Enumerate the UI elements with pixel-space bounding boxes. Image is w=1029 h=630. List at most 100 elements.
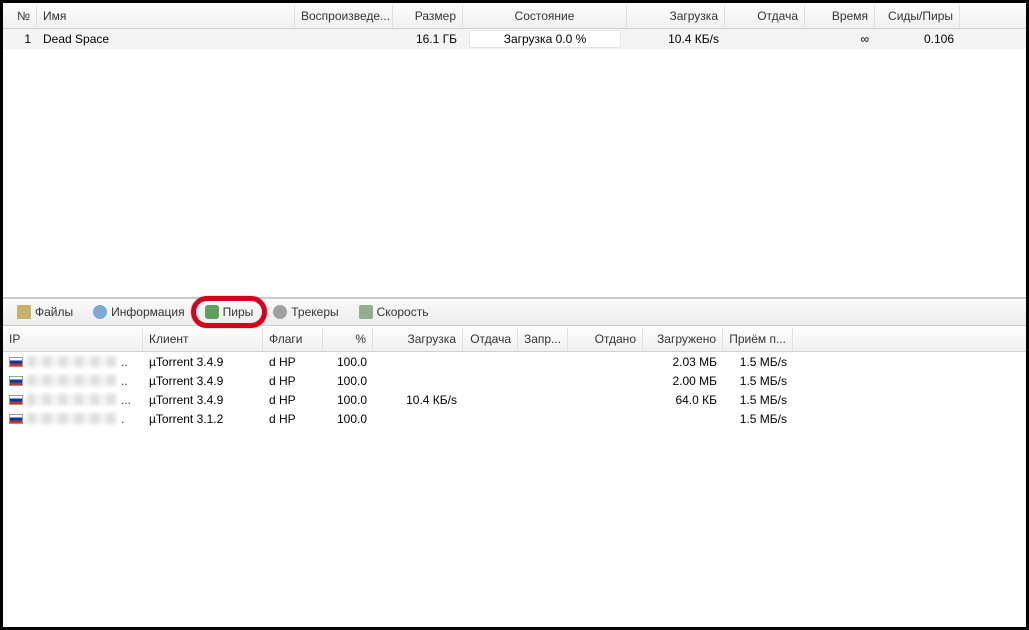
peer-client: µTorrent 3.4.9 <box>143 373 263 389</box>
tab-info[interactable]: Информация <box>85 302 192 322</box>
pcol-header-percent[interactable]: % <box>323 328 373 350</box>
peer-req <box>518 418 568 420</box>
peer-req <box>518 399 568 401</box>
peer-upload <box>463 361 518 363</box>
flag-ru-icon <box>9 395 23 405</box>
pcol-header-recv[interactable]: Приём п... <box>723 328 793 350</box>
peer-loaded: 2.00 МБ <box>643 373 723 389</box>
peer-percent: 100.0 <box>323 411 373 427</box>
peer-download <box>373 418 463 420</box>
blurred-ip <box>27 356 117 367</box>
col-header-play[interactable]: Воспроизведе... <box>295 5 393 27</box>
col-header-num[interactable]: № <box>3 5 37 27</box>
pcol-header-loaded[interactable]: Загружено <box>643 328 723 350</box>
peer-row[interactable]: . µTorrent 3.1.2d HP100.0 1.5 МБ/s <box>3 409 1026 428</box>
torrent-num: 1 <box>3 30 37 48</box>
flag-ru-icon <box>9 357 23 367</box>
col-header-download[interactable]: Загрузка <box>627 5 725 27</box>
tab-speed[interactable]: Скорость <box>351 302 437 322</box>
peer-row[interactable]: ... µTorrent 3.4.9d HP100.010.4 КБ/s 64.0 … <box>3 390 1026 409</box>
torrent-download: 10.4 КБ/s <box>627 30 725 48</box>
flag-ru-icon <box>9 376 23 386</box>
col-header-upload[interactable]: Отдача <box>725 5 805 27</box>
peer-download <box>373 361 463 363</box>
peer-client: µTorrent 3.4.9 <box>143 354 263 370</box>
peer-sent <box>568 380 643 382</box>
torrent-row[interactable]: 1 Dead Space 16.1 ГБ Загрузка 0.0 % 10.4… <box>3 29 1026 49</box>
ip-suffix: ... <box>121 393 131 407</box>
col-header-name[interactable]: Имя <box>37 5 295 27</box>
peer-recv: 1.5 МБ/s <box>723 354 793 370</box>
ip-suffix: .. <box>121 355 128 369</box>
peer-flags: d HP <box>263 373 323 389</box>
peer-recv: 1.5 МБ/s <box>723 373 793 389</box>
peer-sent <box>568 399 643 401</box>
peer-recv: 1.5 МБ/s <box>723 392 793 408</box>
torrent-seeds-peers: 0.106 <box>875 30 960 48</box>
blurred-ip <box>27 413 117 424</box>
peer-client: µTorrent 3.1.2 <box>143 411 263 427</box>
torrent-upload <box>725 37 805 41</box>
peer-sent <box>568 418 643 420</box>
trackers-icon <box>273 305 287 319</box>
col-header-size[interactable]: Размер <box>393 5 463 27</box>
tab-files-label: Файлы <box>35 305 73 319</box>
pcol-header-flags[interactable]: Флаги <box>263 328 323 350</box>
peer-percent: 100.0 <box>323 373 373 389</box>
peer-ip: ... <box>3 392 143 408</box>
tab-peers[interactable]: Пиры <box>197 302 262 322</box>
ip-suffix: . <box>121 412 124 426</box>
peers-icon <box>205 305 219 319</box>
pcol-header-upload[interactable]: Отдача <box>463 328 518 350</box>
peer-recv: 1.5 МБ/s <box>723 411 793 427</box>
tab-speed-label: Скорость <box>377 305 429 319</box>
peer-flags: d HP <box>263 411 323 427</box>
col-header-state[interactable]: Состояние <box>463 5 627 27</box>
info-icon <box>93 305 107 319</box>
peer-client: µTorrent 3.4.9 <box>143 392 263 408</box>
folder-icon <box>17 305 31 319</box>
peer-upload <box>463 399 518 401</box>
pcol-header-client[interactable]: Клиент <box>143 328 263 350</box>
tab-files[interactable]: Файлы <box>9 302 81 322</box>
torrent-time: ∞ <box>805 30 875 48</box>
detail-tabs: Файлы Информация Пиры Трекеры Скорость <box>3 298 1026 326</box>
peer-row[interactable]: .. µTorrent 3.4.9d HP100.0 2.00 МБ1.5 МБ/s <box>3 371 1026 390</box>
peer-req <box>518 380 568 382</box>
torrent-name: Dead Space <box>37 30 295 48</box>
flag-ru-icon <box>9 414 23 424</box>
blurred-ip <box>27 394 117 405</box>
peer-download: 10.4 КБ/s <box>373 392 463 408</box>
peer-ip: . <box>3 411 143 427</box>
pcol-header-ip[interactable]: IP <box>3 328 143 350</box>
pcol-header-req[interactable]: Запр... <box>518 328 568 350</box>
blurred-ip <box>27 375 117 386</box>
peer-req <box>518 361 568 363</box>
peer-download <box>373 380 463 382</box>
torrent-state: Загрузка 0.0 % <box>463 28 627 50</box>
peer-row[interactable]: .. µTorrent 3.4.9d HP100.0 2.03 МБ1.5 МБ/s <box>3 352 1026 371</box>
peers-list-header[interactable]: IP Клиент Флаги % Загрузка Отдача Запр..… <box>3 326 1026 352</box>
peer-upload <box>463 380 518 382</box>
tab-trackers-label: Трекеры <box>291 305 338 319</box>
peer-percent: 100.0 <box>323 354 373 370</box>
pcol-header-sent[interactable]: Отдано <box>568 328 643 350</box>
peer-ip: .. <box>3 354 143 370</box>
peer-percent: 100.0 <box>323 392 373 408</box>
peer-loaded: 64.0 КБ <box>643 392 723 408</box>
peer-flags: d HP <box>263 354 323 370</box>
col-header-seeds-peers[interactable]: Сиды/Пиры <box>875 5 960 27</box>
ip-suffix: .. <box>121 374 128 388</box>
pcol-header-download[interactable]: Загрузка <box>373 328 463 350</box>
peer-flags: d HP <box>263 392 323 408</box>
peer-loaded: 2.03 МБ <box>643 354 723 370</box>
peer-upload <box>463 418 518 420</box>
tab-info-label: Информация <box>111 305 184 319</box>
peer-ip: .. <box>3 373 143 389</box>
speed-icon <box>359 305 373 319</box>
col-header-time[interactable]: Время <box>805 5 875 27</box>
torrent-size: 16.1 ГБ <box>393 30 463 48</box>
tab-trackers[interactable]: Трекеры <box>265 302 346 322</box>
peer-sent <box>568 361 643 363</box>
torrent-list-header[interactable]: № Имя Воспроизведе... Размер Состояние З… <box>3 3 1026 29</box>
